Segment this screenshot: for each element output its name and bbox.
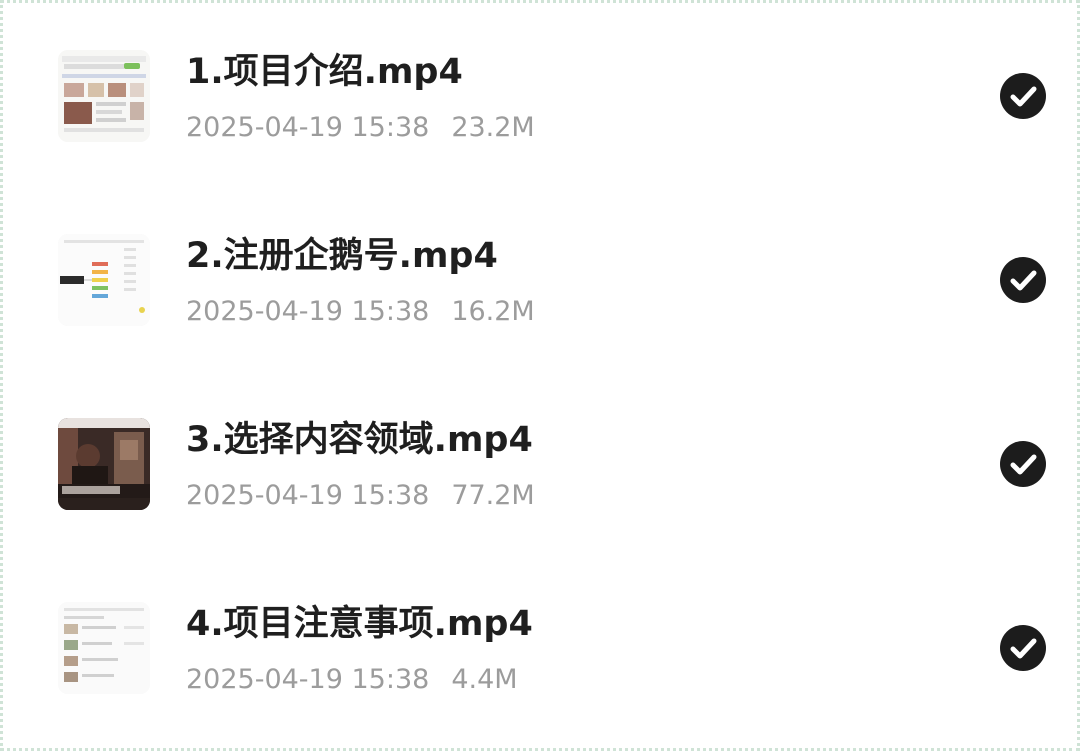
file-list: 1.项目介绍.mp4 2025-04-19 15:38 23.2M 2.注册企鹅…: [0, 0, 1080, 751]
checkmark-circle-icon[interactable]: [1000, 441, 1046, 487]
file-date: 2025-04-19 15:38: [186, 480, 430, 511]
checkmark-circle-icon[interactable]: [1000, 257, 1046, 303]
file-size: 4.4M: [451, 664, 518, 695]
file-date: 2025-04-19 15:38: [186, 664, 430, 695]
document-screenshot-icon: [58, 602, 150, 694]
photo-screenshot-icon: [58, 418, 150, 510]
video-thumbnail[interactable]: [58, 418, 150, 510]
file-name: 1.项目介绍.mp4: [186, 52, 463, 92]
file-meta: 2025-04-19 15:38 16.2M: [186, 294, 535, 330]
file-row[interactable]: 3.选择内容领域.mp4 2025-04-19 15:38 77.2M: [0, 368, 1080, 538]
file-name: 4.项目注意事项.mp4: [186, 604, 533, 644]
file-size: 23.2M: [451, 112, 535, 143]
file-date: 2025-04-19 15:38: [186, 112, 430, 143]
video-thumbnail[interactable]: [58, 602, 150, 694]
checkmark-circle-icon[interactable]: [1000, 625, 1046, 671]
file-row[interactable]: 4.项目注意事项.mp4 2025-04-19 15:38 4.4M: [0, 552, 1080, 722]
file-meta: 2025-04-19 15:38 4.4M: [186, 662, 518, 698]
video-thumbnail[interactable]: [58, 50, 150, 142]
file-size: 16.2M: [451, 296, 535, 327]
file-row[interactable]: 2.注册企鹅号.mp4 2025-04-19 15:38 16.2M: [0, 184, 1080, 354]
file-name: 2.注册企鹅号.mp4: [186, 236, 498, 276]
checkmark-circle-icon[interactable]: [1000, 73, 1046, 119]
file-date: 2025-04-19 15:38: [186, 296, 430, 327]
file-row[interactable]: 1.项目介绍.mp4 2025-04-19 15:38 23.2M: [0, 0, 1080, 170]
file-meta: 2025-04-19 15:38 23.2M: [186, 110, 535, 146]
file-size: 77.2M: [451, 480, 535, 511]
file-name: 3.选择内容领域.mp4: [186, 420, 533, 460]
file-meta: 2025-04-19 15:38 77.2M: [186, 478, 535, 514]
mindmap-screenshot-icon: [58, 234, 150, 326]
video-thumbnail[interactable]: [58, 234, 150, 326]
website-screenshot-icon: [58, 50, 150, 142]
